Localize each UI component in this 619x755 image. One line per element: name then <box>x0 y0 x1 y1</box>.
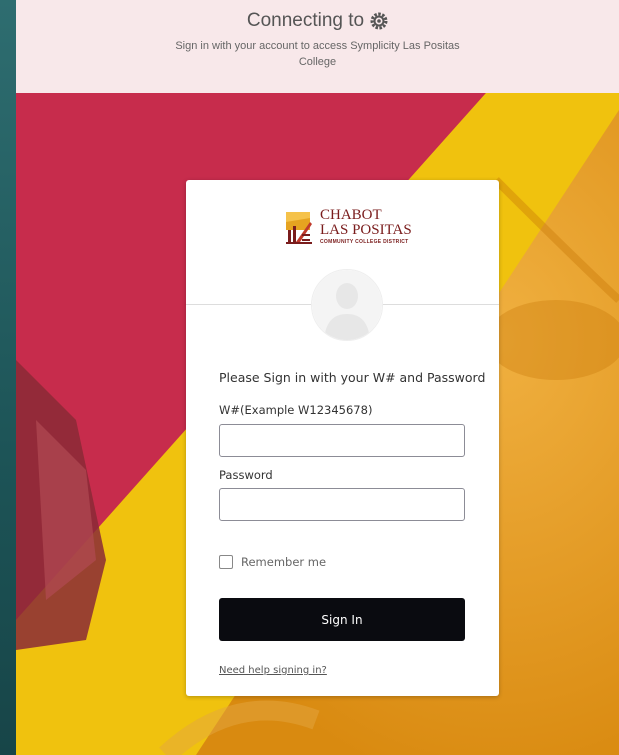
login-card: CHABOT LAS POSITAS COMMUNITY COLLEGE DIS… <box>186 180 499 696</box>
logo-line-chabot: CHABOT <box>320 206 382 223</box>
logo-line-district: COMMUNITY COLLEGE DISTRICT <box>320 238 409 245</box>
connecting-text: Connecting to <box>246 10 365 31</box>
remember-me-option[interactable]: Remember me <box>219 555 326 569</box>
college-logo-icon <box>286 212 312 244</box>
signin-prompt: Please Sign in with your W# and Password <box>219 370 486 385</box>
college-logo: CHABOT LAS POSITAS COMMUNITY COLLEGE DIS… <box>284 205 414 247</box>
divider-right <box>381 304 499 305</box>
college-logo-text: CHABOT LAS POSITAS COMMUNITY COLLEGE DIS… <box>320 206 412 245</box>
remember-me-label: Remember me <box>241 555 327 569</box>
signin-button[interactable]: Sign In <box>219 598 465 641</box>
password-label: Password <box>219 468 273 482</box>
login-page: Connecting to Sign in with your account … <box>16 0 619 755</box>
remember-me-checkbox[interactable] <box>219 555 233 569</box>
gear-icon <box>370 12 388 30</box>
username-label: W#(Example W12345678) <box>219 403 373 417</box>
connecting-banner: Connecting to Sign in with your account … <box>16 0 619 93</box>
connecting-title: Connecting to <box>16 10 619 32</box>
help-signin-link[interactable]: Need help signing in? <box>219 665 327 676</box>
logo-line-las-positas: LAS POSITAS <box>320 221 412 238</box>
password-input[interactable] <box>219 488 465 521</box>
username-input[interactable] <box>219 424 465 457</box>
user-avatar-icon <box>311 269 383 341</box>
window-side-strip <box>0 0 16 755</box>
connecting-subtitle: Sign in with your account to access Symp… <box>175 40 460 68</box>
divider-left <box>186 304 311 305</box>
